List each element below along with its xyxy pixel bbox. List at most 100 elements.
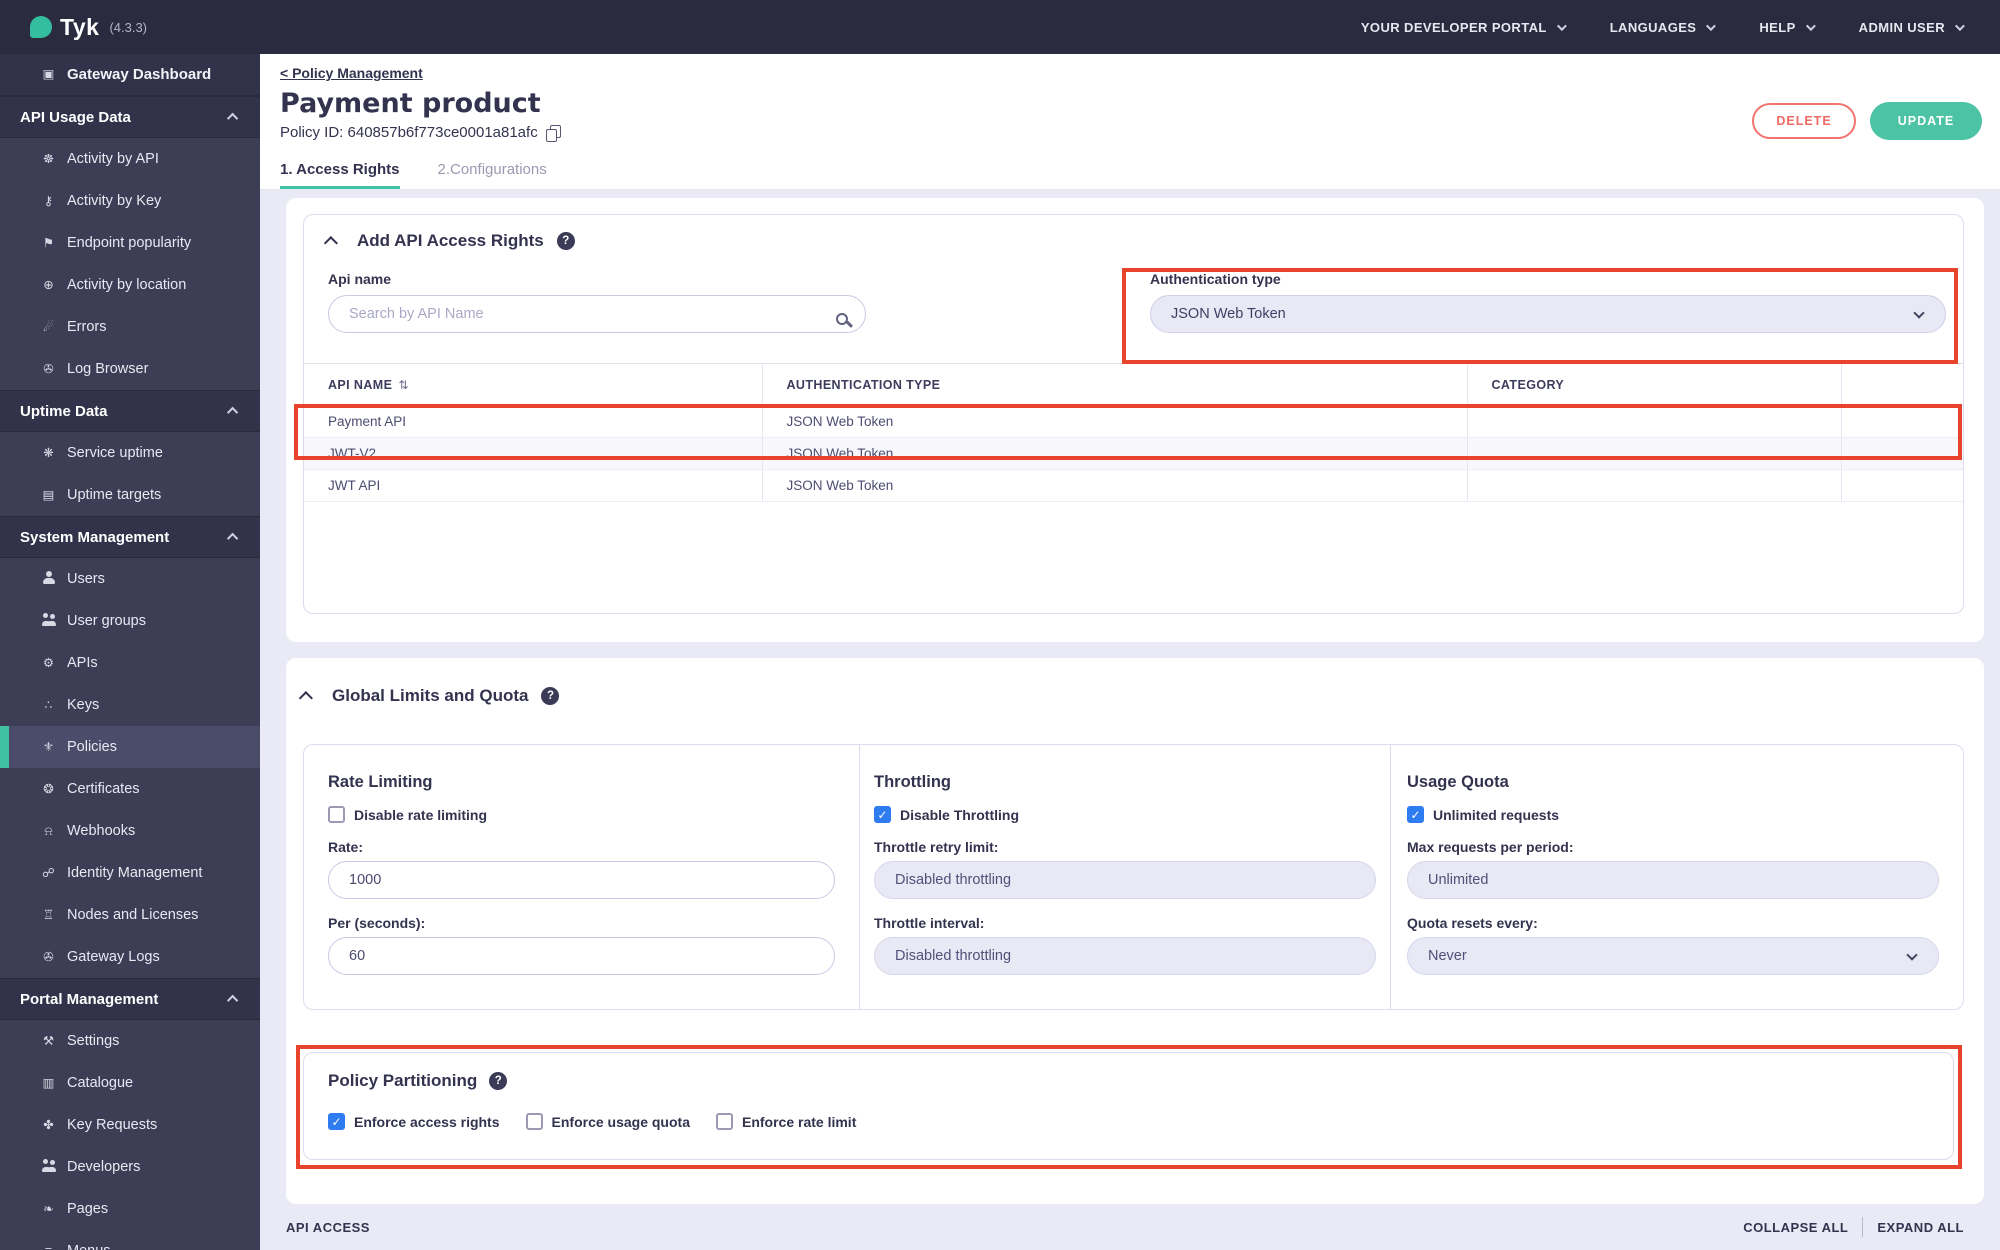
sidebar-item-pages[interactable]: ❧ Pages <box>0 1188 260 1230</box>
throttle-interval-input: Disabled throttling <box>874 937 1376 975</box>
help-icon[interactable]: ? <box>489 1072 508 1090</box>
sidebar-item-user-groups[interactable]: User groups <box>0 600 260 642</box>
checkbox-enforce-access-rights[interactable] <box>328 1113 345 1130</box>
sidebar-item-developers[interactable]: Developers <box>0 1146 260 1188</box>
rate-input[interactable] <box>328 861 835 899</box>
list-icon: ▤ <box>42 487 55 502</box>
app-version: (4.3.3) <box>109 19 148 35</box>
tab-configurations[interactable]: 2.Configurations <box>438 161 547 189</box>
chevron-down-icon <box>1954 20 1965 31</box>
menu-languages[interactable]: LANGUAGES <box>1610 20 1717 35</box>
sidebar-item-identity-management[interactable]: ☍ Identity Management <box>0 852 260 894</box>
expand-all-button[interactable]: EXPAND ALL <box>1877 1220 1964 1235</box>
menu-help[interactable]: HELP <box>1759 20 1816 35</box>
quota-resets-label: Quota resets every: <box>1407 915 1538 931</box>
catalogue-icon: ▥ <box>42 1075 55 1090</box>
api-access-section-label[interactable]: API ACCESS <box>286 1220 370 1235</box>
logo[interactable]: Tyk (4.3.3) <box>0 0 260 54</box>
table-row[interactable]: JWT-V2 JSON Web Token <box>304 437 1963 470</box>
paw-icon: ✤ <box>43 1117 54 1132</box>
help-icon[interactable]: ? <box>541 687 560 705</box>
sidebar-section-portal-management[interactable]: Portal Management <box>0 978 260 1020</box>
throttle-retry-label: Throttle retry limit: <box>874 839 999 855</box>
chevron-down-icon <box>1556 20 1567 31</box>
sidebar-item-catalogue[interactable]: ▥ Catalogue <box>0 1062 260 1104</box>
delete-button[interactable]: DELETE <box>1752 103 1856 139</box>
sidebar-item-service-uptime[interactable]: ❋ Service uptime <box>0 432 260 474</box>
sidebar-item-users[interactable]: Users <box>0 558 260 600</box>
sidebar-item-uptime-targets[interactable]: ▤ Uptime targets <box>0 474 260 516</box>
rate-label: Rate: <box>328 839 364 855</box>
sidebar-item-policies[interactable]: ⚜ Policies <box>0 726 260 768</box>
bank-icon: ♖ <box>42 907 55 922</box>
sidebar-section-uptime-data[interactable]: Uptime Data <box>0 390 260 432</box>
sort-icon[interactable]: ⇅ <box>398 378 408 392</box>
chevron-down-icon <box>1706 20 1717 31</box>
sidebar-section-api-usage-data[interactable]: API Usage Data <box>0 96 260 138</box>
menu-admin-user[interactable]: ADMIN USER <box>1859 20 1965 35</box>
per-seconds-input[interactable] <box>328 937 835 975</box>
flag-icon: ⚑ <box>42 235 55 250</box>
bug-icon: ✇ <box>43 361 54 376</box>
sidebar-item-key-requests[interactable]: ✤ Key Requests <box>0 1104 260 1146</box>
collapse-caret-icon[interactable] <box>298 691 313 706</box>
sidebar-item-log-browser[interactable]: ✇ Log Browser <box>0 348 260 390</box>
update-button[interactable]: UPDATE <box>1870 102 1982 140</box>
copy-icon[interactable] <box>545 124 561 142</box>
key-icon: ⚷ <box>43 193 54 208</box>
sidebar-item-menus[interactable]: ≡Menus <box>0 1230 260 1250</box>
throttle-interval-label: Throttle interval: <box>874 915 985 931</box>
max-requests-input: Unlimited <box>1407 861 1939 899</box>
monitor-icon: ▣ <box>42 67 55 82</box>
sidebar-item-certificates[interactable]: ❂ Certificates <box>0 768 260 810</box>
sidebar-item-activity-by-key[interactable]: ⚷ Activity by Key <box>0 180 260 222</box>
max-requests-label: Max requests per period: <box>1407 839 1574 855</box>
col-actions <box>1841 363 1963 406</box>
table-row[interactable]: JWT API JSON Web Token <box>304 469 1963 502</box>
page-body: Add API Access Rights ? Api name Au <box>260 190 2000 1204</box>
sidebar: Tyk (4.3.3) ▣ Gateway Dashboard API Usage … <box>0 0 260 1250</box>
policy-partitioning-title: Policy Partitioning <box>328 1071 478 1090</box>
disable-throttling-checkbox[interactable] <box>874 806 891 823</box>
sidebar-item-gateway-logs[interactable]: ✇ Gateway Logs <box>0 936 260 978</box>
throttling-column: Throttling Disable Throttling Throttle r… <box>859 745 1391 1009</box>
chevron-down-icon <box>1906 949 1918 961</box>
search-icon <box>836 313 848 325</box>
disable-rate-limiting-checkbox[interactable] <box>328 806 345 823</box>
collapse-caret-icon[interactable] <box>323 236 338 251</box>
chevron-up-icon <box>226 994 239 1007</box>
checkbox-enforce-rate-limit[interactable] <box>715 1113 733 1130</box>
app-root: Tyk (4.3.3) ▣ Gateway Dashboard API Usage … <box>0 0 2000 1250</box>
sidebar-item-activity-by-api[interactable]: ☸ Activity by API <box>0 138 260 180</box>
sidebar-item-keys[interactable]: ∴ Keys <box>0 684 260 726</box>
menu-developer-portal[interactable]: YOUR DEVELOPER PORTAL <box>1361 20 1567 35</box>
sidebar-item-settings[interactable]: ⚒ Settings <box>0 1020 260 1062</box>
identity-icon: ☍ <box>42 865 55 880</box>
table-row[interactable]: Payment API JSON Web Token <box>304 405 1963 438</box>
breadcrumb[interactable]: < Policy Management <box>280 65 423 81</box>
sidebar-item-errors[interactable]: ☄ Errors <box>0 306 260 348</box>
sidebar-item-activity-by-location[interactable]: ⊕ Activity by location <box>0 264 260 306</box>
tab-access-rights[interactable]: 1. Access Rights <box>280 161 400 189</box>
sidebar-item-gateway-dashboard[interactable]: ▣ Gateway Dashboard <box>0 54 260 96</box>
activity-icon: ☸ <box>42 151 55 166</box>
uptime-icon: ❋ <box>43 445 54 460</box>
quota-resets-select[interactable]: Never <box>1407 937 1939 975</box>
user-icon <box>40 571 57 587</box>
collapse-all-button[interactable]: COLLAPSE ALL <box>1743 1220 1848 1235</box>
auth-type-select[interactable]: JSON Web Token <box>1150 295 1946 333</box>
page-footer: API ACCESS COLLAPSE ALL EXPAND ALL <box>260 1204 2000 1250</box>
chevron-down-icon <box>1805 20 1816 31</box>
user-group-icon <box>40 613 57 629</box>
sidebar-item-webhooks[interactable]: ⍾ Webhooks <box>0 810 260 852</box>
checkbox-enforce-usage-quota[interactable] <box>525 1113 543 1130</box>
sidebar-item-endpoint-popularity[interactable]: ⚑ Endpoint popularity <box>0 222 260 264</box>
col-api-name[interactable]: API NAME ⇅ <box>304 363 763 406</box>
help-icon[interactable]: ? <box>556 232 575 250</box>
api-search-input[interactable] <box>328 295 866 333</box>
sidebar-item-apis[interactable]: ⚙ APIs <box>0 642 260 684</box>
sidebar-section-system-management[interactable]: System Management <box>0 516 260 558</box>
sidebar-item-nodes-and-licenses[interactable]: ♖ Nodes and Licenses <box>0 894 260 936</box>
unlimited-requests-checkbox[interactable] <box>1407 806 1424 823</box>
partitioning-checkboxes: Enforce access rightsEnforce usage quota… <box>328 1113 1929 1130</box>
